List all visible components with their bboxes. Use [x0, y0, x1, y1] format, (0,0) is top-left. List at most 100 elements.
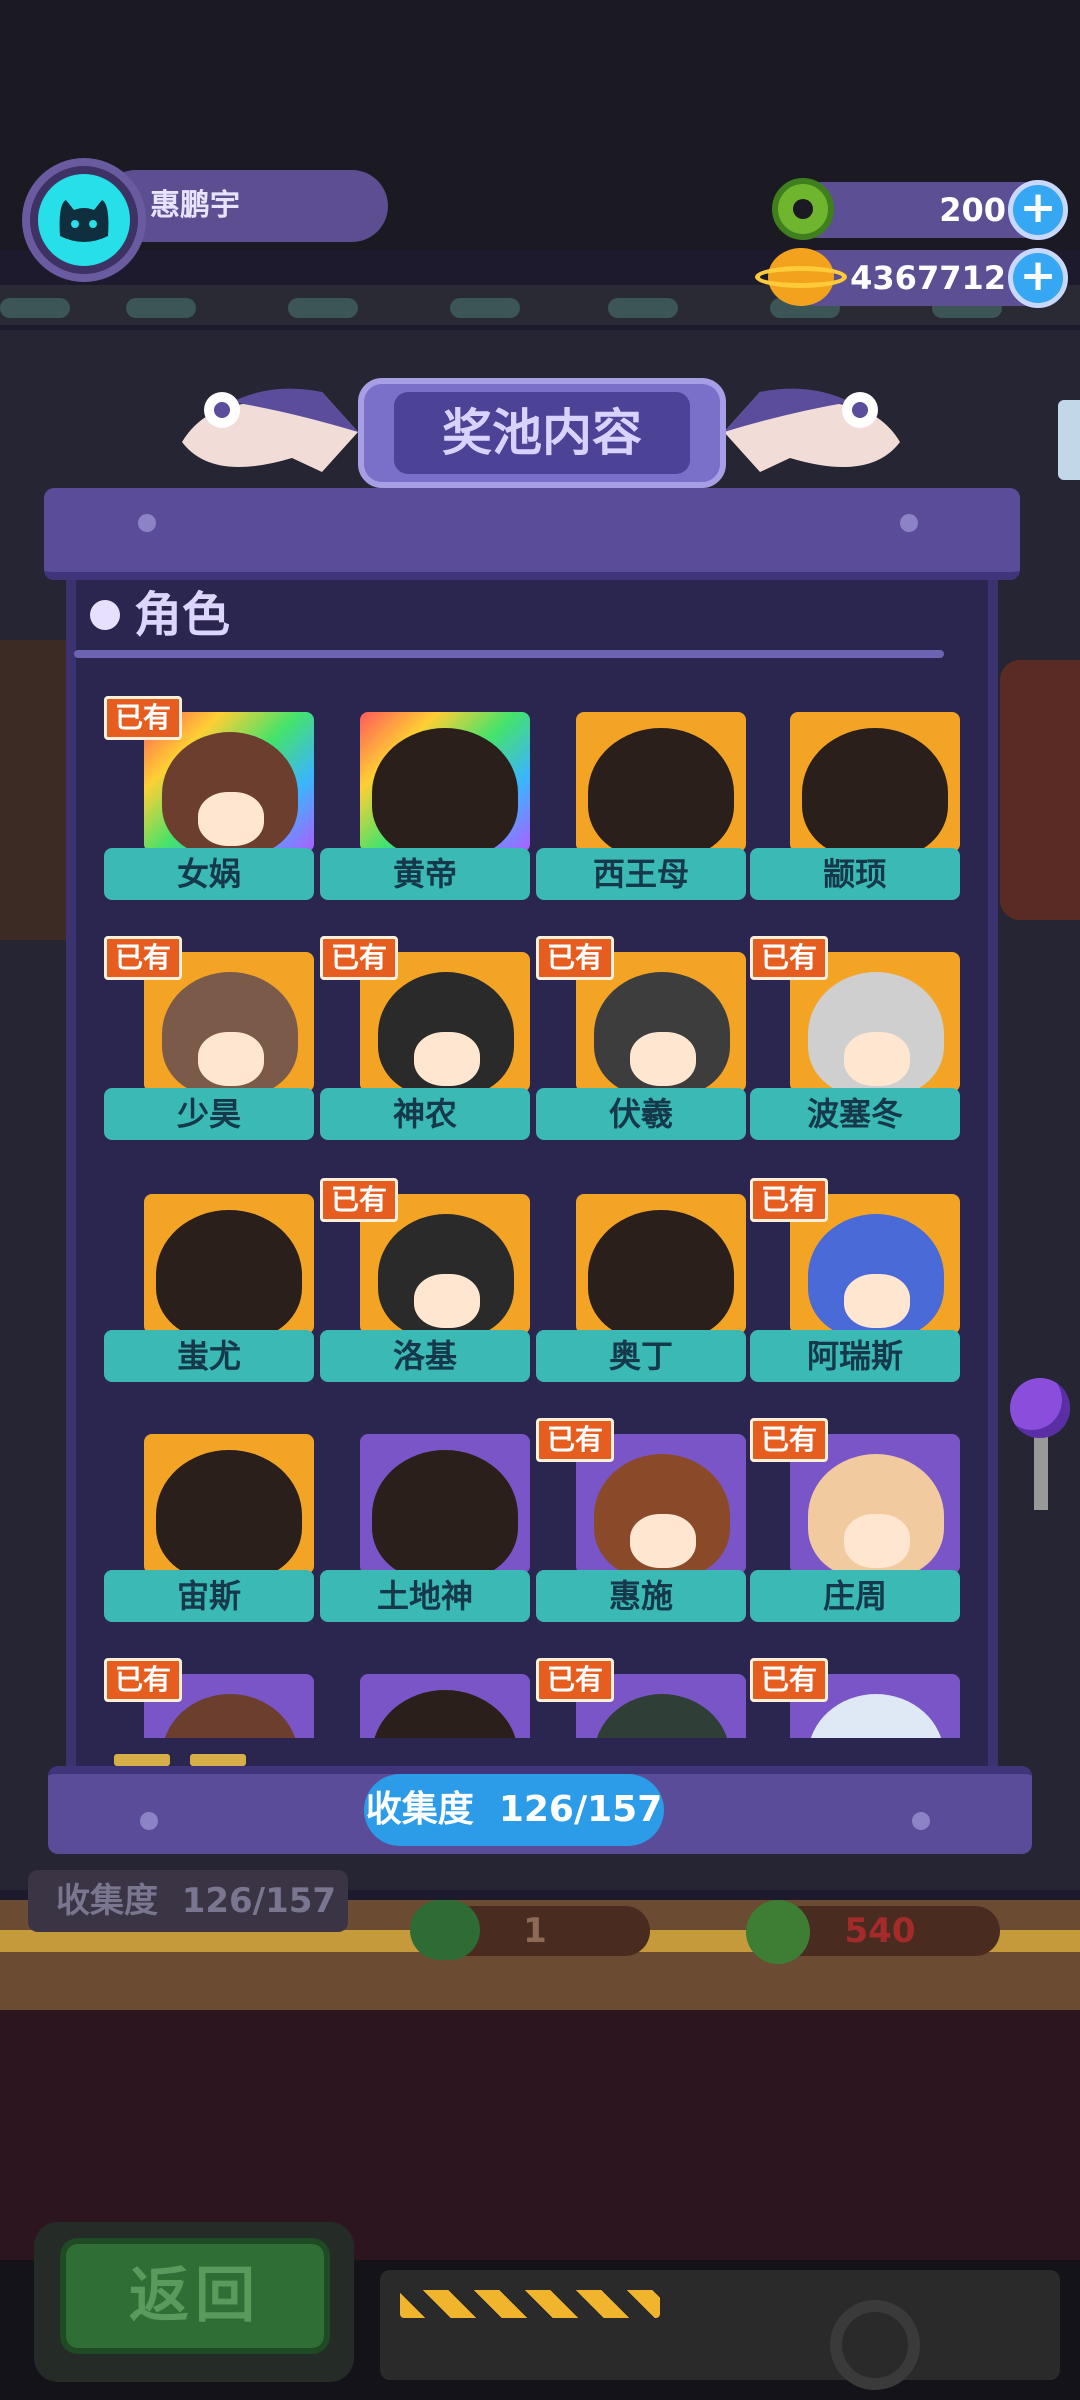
- bolt: [138, 514, 156, 532]
- character-face: [844, 1274, 910, 1328]
- character-card[interactable]: 土地神: [320, 1394, 530, 1622]
- collection-value: 126/157: [498, 1789, 663, 1830]
- donut-count: 200: [939, 191, 1006, 229]
- owned-badge: 已有: [536, 1418, 614, 1462]
- character-silhouette-icon: [372, 728, 518, 858]
- character-face: [198, 792, 264, 846]
- character-name: 庄周: [750, 1570, 960, 1622]
- character-name: 洛基: [320, 1330, 530, 1382]
- character-silhouette-icon: [156, 1450, 302, 1580]
- character-name: 神农: [320, 1088, 530, 1140]
- background-collection-text: 收集度: [56, 1881, 158, 1921]
- character-name: 宙斯: [104, 1570, 314, 1622]
- background-light: [126, 298, 196, 318]
- owned-badge: 已有: [104, 936, 182, 980]
- owned-badge: 已有: [750, 1418, 828, 1462]
- character-card[interactable]: 少昊 已有: [104, 912, 314, 1140]
- add-donut-button[interactable]: +: [1008, 180, 1068, 240]
- character-name: 奥丁: [536, 1330, 746, 1382]
- character-name: 伏羲: [536, 1088, 746, 1140]
- side-tab[interactable]: [1058, 400, 1080, 480]
- owned-badge: 已有: [320, 1178, 398, 1222]
- character-name: 土地神: [320, 1570, 530, 1622]
- character-card[interactable]: 宙斯: [104, 1394, 314, 1622]
- collection-progress: 收集度 126/157: [364, 1774, 664, 1846]
- bolt: [900, 514, 918, 532]
- character-silhouette-icon: [156, 1210, 302, 1340]
- owned-badge: 已有: [750, 1178, 828, 1222]
- character-name: 女娲: [104, 848, 314, 900]
- character-card[interactable]: 庄周 已有: [750, 1394, 960, 1622]
- background-jukebox: [1000, 660, 1080, 920]
- character-card[interactable]: 波塞冬 已有: [750, 912, 960, 1140]
- character-name: 黄帝: [320, 848, 530, 900]
- owned-badge: 已有: [104, 696, 182, 740]
- character-name: 阿瑞斯: [750, 1330, 960, 1382]
- character-card[interactable]: 蚩尤: [104, 1154, 314, 1382]
- character-name: 西王母: [536, 848, 746, 900]
- section-divider: [74, 650, 944, 658]
- character-face: [630, 1514, 696, 1568]
- owned-badge: 已有: [536, 936, 614, 980]
- donut-hole: [793, 199, 813, 219]
- character-silhouette-icon: [372, 1450, 518, 1580]
- character-face: [844, 1032, 910, 1086]
- character-card[interactable]: 颛顼: [750, 672, 960, 900]
- character-card[interactable]: 神农 已有: [320, 912, 530, 1140]
- character-silhouette-icon: [802, 728, 948, 858]
- character-card[interactable]: 已有: [104, 1634, 314, 1738]
- character-card[interactable]: [320, 1634, 530, 1738]
- joystick-icon[interactable]: [1010, 1378, 1070, 1438]
- machine-panel: [380, 2270, 1060, 2380]
- character-card[interactable]: 阿瑞斯 已有: [750, 1154, 960, 1382]
- character-card[interactable]: 黄帝: [320, 672, 530, 900]
- character-name: 颛顼: [750, 848, 960, 900]
- section-dot-icon: [90, 600, 120, 630]
- owned-badge: 已有: [320, 936, 398, 980]
- panel-title: 奖池内容: [442, 404, 642, 462]
- hazard-stripe: [400, 2290, 660, 2318]
- background-light: [0, 298, 70, 318]
- back-button[interactable]: 返回: [60, 2238, 330, 2354]
- panel-header-bar: [44, 488, 1020, 580]
- character-card[interactable]: 西王母: [536, 672, 746, 900]
- character-card[interactable]: 已有: [750, 1634, 960, 1738]
- character-face: [630, 1032, 696, 1086]
- character-face: [844, 1514, 910, 1568]
- character-card[interactable]: 惠施 已有: [536, 1394, 746, 1622]
- character-face: [414, 1032, 480, 1086]
- character-card[interactable]: 伏羲 已有: [536, 912, 746, 1140]
- scroll-indicator: [190, 1754, 246, 1766]
- background-light: [450, 298, 520, 318]
- owned-badge: 已有: [104, 1658, 182, 1702]
- bolt: [912, 1812, 930, 1830]
- background-collection-label: 收集度 126/157: [28, 1870, 348, 1932]
- bolt: [140, 1812, 158, 1830]
- add-planet-coin-button[interactable]: +: [1008, 248, 1068, 308]
- character-grid[interactable]: 女娲 已有 黄帝 西王母 颛顼 少昊 已有 神农 已有 伏羲 已有 波塞冬 已有 蚩尤 洛基 已有 奥丁 阿瑞斯已…: [74, 672, 974, 1738]
- character-silhouette-icon: [588, 728, 734, 858]
- joystick-stem: [1034, 1430, 1048, 1510]
- fish-decoration-icon: [182, 388, 358, 472]
- fish-decoration-icon: [724, 388, 900, 472]
- section-title: 角色: [134, 587, 231, 643]
- background-light: [288, 298, 358, 318]
- owned-badge: 已有: [536, 1658, 614, 1702]
- character-card[interactable]: 奥丁: [536, 1154, 746, 1382]
- character-card[interactable]: 女娲 已有: [104, 672, 314, 900]
- character-card[interactable]: 已有: [536, 1634, 746, 1738]
- scroll-indicator: [114, 1754, 170, 1766]
- character-name: 少昊: [104, 1088, 314, 1140]
- character-face: [198, 1032, 264, 1086]
- cat-face-icon: [59, 200, 109, 242]
- background-collection-value: 126/157: [181, 1881, 337, 1921]
- owned-badge: 已有: [750, 1658, 828, 1702]
- player-name: 惠鹏宇: [150, 188, 240, 223]
- character-card[interactable]: 洛基 已有: [320, 1154, 530, 1382]
- character-face: [414, 1274, 480, 1328]
- owned-badge: 已有: [750, 936, 828, 980]
- character-silhouette-icon: [588, 1210, 734, 1340]
- dial-icon: [830, 2300, 920, 2390]
- planet-ring: [755, 266, 847, 288]
- character-name: 惠施: [536, 1570, 746, 1622]
